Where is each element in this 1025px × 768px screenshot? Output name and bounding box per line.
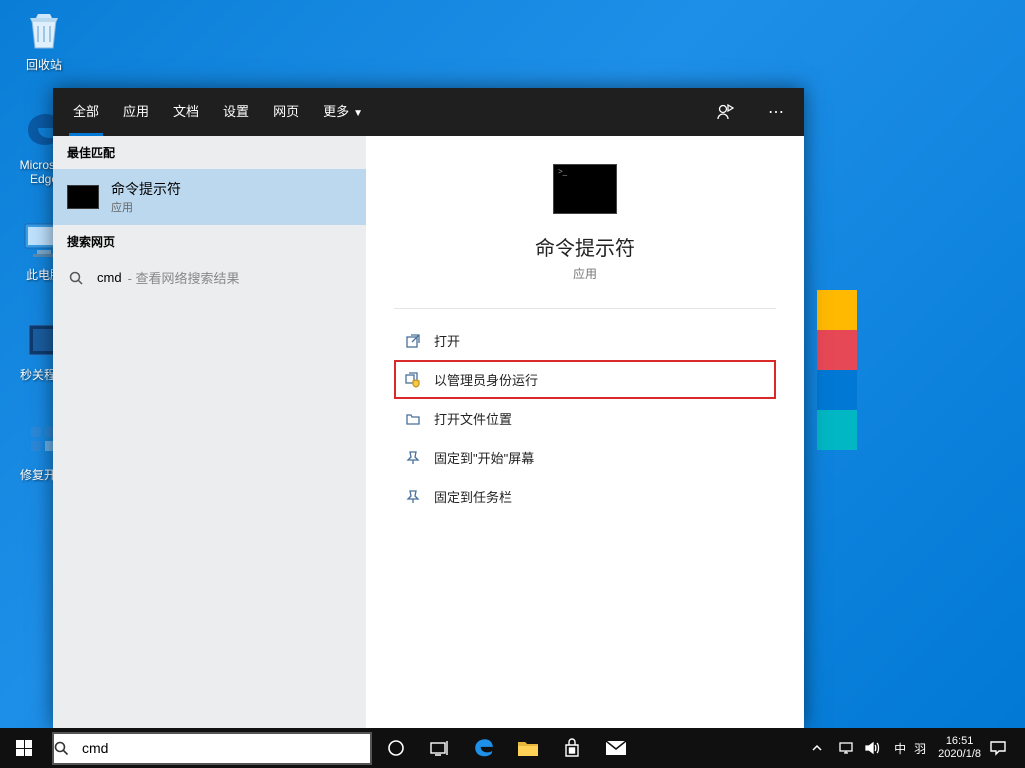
tab-documents[interactable]: 文档 [161,88,211,136]
tray-overflow-icon[interactable] [812,743,838,753]
taskbar-search-box[interactable] [52,732,372,765]
tab-apps[interactable]: 应用 [111,88,161,136]
cortana-icon[interactable] [374,728,418,768]
system-tray: 中 羽 16:51 2020/1/8 [812,728,1025,768]
web-hint: - 查看网络搜索结果 [128,268,240,287]
cmd-thumbnail-icon [67,185,99,209]
search-icon [54,741,82,756]
options-icon[interactable]: ⋯ [756,102,796,122]
tab-all[interactable]: 全部 [61,88,111,136]
web-query: cmd [97,270,122,285]
tab-web[interactable]: 网页 [261,88,311,136]
result-details-pane: 命令提示符 应用 打开 以管理员身份运行 打开文件位置 固定到"开 [366,136,804,728]
taskbar-app-mail[interactable] [594,728,638,768]
network-icon[interactable] [838,741,864,755]
action-pin-taskbar[interactable]: 固定到任务栏 [394,477,776,516]
feedback-icon[interactable] [716,103,756,121]
action-run-as-admin[interactable]: 以管理员身份运行 [394,360,776,399]
taskbar-app-explorer[interactable] [506,728,550,768]
tab-more-label: 更多 [323,104,349,119]
clock[interactable]: 16:51 2020/1/8 [930,735,989,761]
divider [394,308,776,309]
search-results-panel: 全部 应用 文档 设置 网页 更多 ▼ ⋯ 最佳匹配 命令提示符 应用 搜索网页 [53,88,804,728]
search-icon [69,271,87,285]
desktop-icon-label: 回收站 [6,58,82,72]
taskbar-app-edge[interactable] [462,728,506,768]
action-label: 打开 [434,331,460,350]
task-view-icon[interactable] [418,728,462,768]
action-label: 固定到"开始"屏幕 [434,448,534,467]
details-title: 命令提示符 [535,232,635,261]
windows-accent-decoration [817,290,857,450]
section-best-match: 最佳匹配 [53,136,366,169]
windows-logo-icon [16,740,32,756]
start-button[interactable] [0,728,48,768]
cmd-large-icon [553,164,617,214]
action-center-icon[interactable] [989,740,1025,756]
search-input[interactable] [82,740,370,756]
action-label: 打开文件位置 [434,409,512,428]
result-item-cmd[interactable]: 命令提示符 应用 [53,169,366,225]
taskbar-app-store[interactable] [550,728,594,768]
result-subtitle: 应用 [111,199,181,215]
web-search-item[interactable]: cmd - 查看网络搜索结果 [53,258,366,297]
pin-icon [402,449,424,467]
recycle-bin-icon [20,6,68,54]
volume-icon[interactable] [864,741,890,755]
details-subtitle: 应用 [573,265,597,282]
action-pin-start[interactable]: 固定到"开始"屏幕 [394,438,776,477]
result-title: 命令提示符 [111,179,181,199]
tab-more[interactable]: 更多 ▼ [311,88,375,136]
admin-shield-icon [402,371,424,389]
action-label: 以管理员身份运行 [434,370,538,389]
action-open-location[interactable]: 打开文件位置 [394,399,776,438]
ime-indicator[interactable]: 中 [890,740,910,757]
chevron-down-icon: ▼ [353,108,363,119]
clock-date: 2020/1/8 [938,748,981,761]
clock-time: 16:51 [938,735,981,748]
ime-mode-indicator[interactable]: 羽 [910,740,930,757]
action-open[interactable]: 打开 [394,321,776,360]
desktop-icon-recycle-bin[interactable]: 回收站 [6,6,82,72]
open-icon [402,332,424,350]
tab-settings[interactable]: 设置 [211,88,261,136]
action-label: 固定到任务栏 [434,487,512,506]
pin-icon [402,488,424,506]
section-search-web: 搜索网页 [53,225,366,258]
results-list: 最佳匹配 命令提示符 应用 搜索网页 cmd - 查看网络搜索结果 [53,136,366,728]
taskbar: 中 羽 16:51 2020/1/8 [0,728,1025,768]
search-filter-tabs: 全部 应用 文档 设置 网页 更多 ▼ ⋯ [53,88,804,136]
folder-icon [402,410,424,428]
action-list: 打开 以管理员身份运行 打开文件位置 固定到"开始"屏幕 固定到任务栏 [394,321,776,516]
